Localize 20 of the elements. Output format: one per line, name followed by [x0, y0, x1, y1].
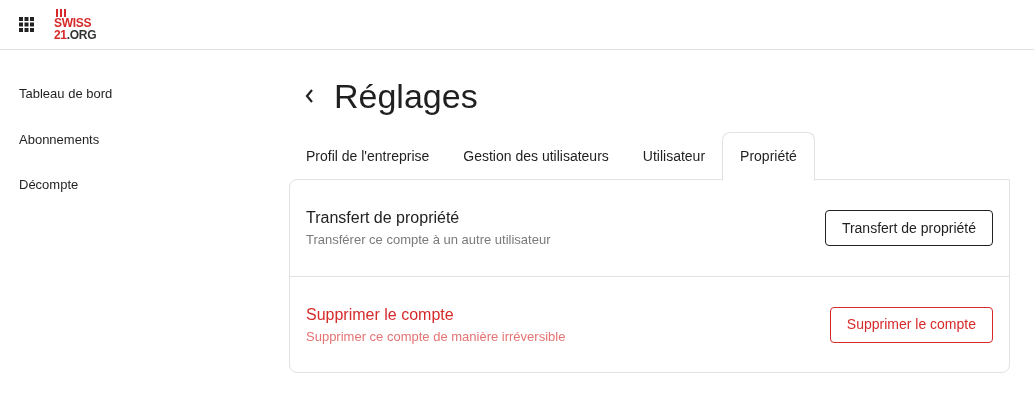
back-chevron-icon[interactable] [305, 89, 314, 103]
apps-grid-icon[interactable] [19, 17, 34, 32]
section-description: Transférer ce compte à un autre utilisateur [306, 231, 551, 250]
sidebar-item[interactable]: Tableau de bord [19, 84, 113, 104]
logo-bars-icon [56, 8, 66, 17]
tab[interactable]: Gestion des utilisateurs [446, 132, 626, 180]
logo-suffix: .ORG [66, 28, 97, 41]
section-title: Transfert de propriété [306, 208, 461, 229]
action-button[interactable]: Transfert de propriété [824, 210, 993, 246]
action-button[interactable]: Supprimer le compte [829, 306, 993, 343]
section-description: Supprimer ce compte de manière irréversible [306, 327, 566, 346]
page-title: Réglages [334, 75, 478, 117]
section-title: Supprimer le compte [306, 304, 455, 325]
sidebar-item[interactable]: Décompte [19, 175, 79, 195]
tab[interactable]: Propriété [722, 132, 815, 181]
logo-number: 21 [54, 28, 67, 41]
tab[interactable]: Profil de l'entreprise [289, 132, 447, 180]
tab[interactable]: Utilisateur [625, 132, 723, 180]
logo-text: SWISS [54, 16, 93, 29]
sidebar-item[interactable]: Abonnements [19, 129, 100, 149]
